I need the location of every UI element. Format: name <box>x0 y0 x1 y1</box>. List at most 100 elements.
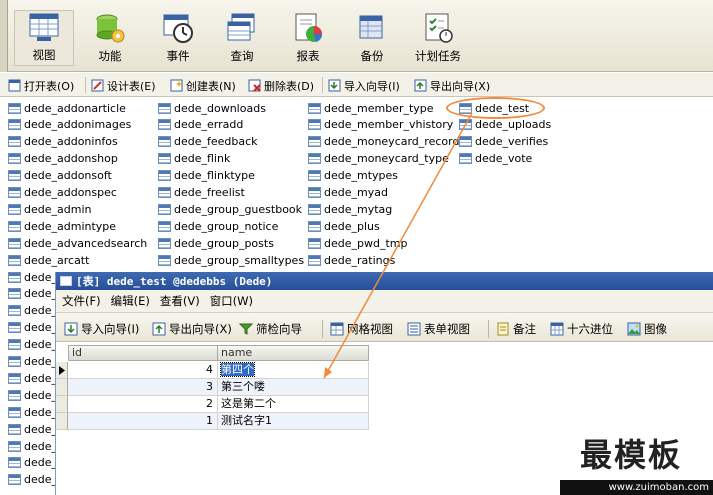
table-item[interactable]: dede_pwd_tmp <box>308 235 407 251</box>
table-item[interactable]: dede_vote <box>459 151 532 167</box>
table-item[interactable]: dede_moneycard_type <box>308 151 449 167</box>
grid-view-button[interactable]: 网格视图 <box>330 321 393 337</box>
table-item-partial[interactable]: dede_ <box>8 354 57 370</box>
cell-name[interactable]: 第四个 <box>218 362 369 379</box>
hex-button[interactable]: 十六进位 <box>550 321 613 337</box>
table-item-partial[interactable]: dede_ <box>8 404 57 420</box>
table-item-label: dede_addonsoft <box>24 169 112 183</box>
table-item-partial[interactable]: dede_ <box>8 438 57 454</box>
grid-view-label: 网格视图 <box>347 322 393 336</box>
table-icon <box>158 102 171 114</box>
table-icon <box>8 474 21 486</box>
table-item[interactable]: dede_group_guestbook <box>158 201 302 217</box>
column-header-id[interactable]: id <box>68 345 218 361</box>
table-item[interactable]: dede_mytag <box>308 201 392 217</box>
table-item[interactable]: dede_member_type <box>308 100 434 116</box>
event-button[interactable]: 事件 <box>148 12 208 68</box>
row-selector[interactable] <box>56 379 68 396</box>
selected-cell-text[interactable]: 第四个 <box>220 362 255 377</box>
table-item[interactable]: dede_freelist <box>158 185 245 201</box>
cell-name[interactable]: 这是第二个 <box>218 396 369 413</box>
table-item[interactable]: dede_group_smalltypes <box>158 252 304 268</box>
table-item[interactable]: dede_verifies <box>459 134 548 150</box>
table-item[interactable]: dede_feedback <box>158 134 258 150</box>
open-table-button[interactable]: 打开表(O) <box>8 77 74 94</box>
menu-edit[interactable]: 编辑(E) <box>111 293 150 309</box>
row-selector[interactable] <box>56 413 68 430</box>
table-item[interactable]: dede_arcatt <box>8 252 89 268</box>
import-wizard-button[interactable]: 导入向导(I) <box>328 77 400 94</box>
table-item-partial[interactable]: dede_ <box>8 320 57 336</box>
window-export-label: 导出向导(X) <box>169 322 232 336</box>
table-item[interactable]: dede_addonshop <box>8 151 118 167</box>
table-item-partial[interactable]: dede_ <box>8 472 57 488</box>
menu-view[interactable]: 查看(V) <box>160 293 200 309</box>
table-item[interactable]: dede_group_posts <box>158 235 274 251</box>
report-button[interactable]: 报表 <box>278 12 338 68</box>
memo-button[interactable]: 备注 <box>496 321 536 337</box>
table-item[interactable]: dede_uploads <box>459 117 551 133</box>
image-button[interactable]: 图像 <box>627 321 667 337</box>
table-item[interactable]: dede_addonspec <box>8 185 117 201</box>
cell-id[interactable]: 3 <box>68 379 218 396</box>
table-item-partial[interactable]: dede_ <box>8 455 57 471</box>
table-item[interactable]: dede_downloads <box>158 100 266 116</box>
table-item[interactable]: dede_plus <box>308 218 380 234</box>
table-item[interactable]: dede_flink <box>158 151 230 167</box>
table-item-label: dede_ <box>24 287 57 301</box>
table-item[interactable]: dede_erradd <box>158 117 243 133</box>
window-import-button[interactable]: 导入向导(I) <box>64 321 139 337</box>
cell-id[interactable]: 2 <box>68 396 218 413</box>
table-item[interactable]: dede_moneycard_record <box>308 134 459 150</box>
table-item-label: dede_addonarticle <box>24 101 126 115</box>
form-view-button[interactable]: 表单视图 <box>407 321 470 337</box>
table-item[interactable]: dede_admintype <box>8 218 116 234</box>
table-item[interactable]: dede_advancedsearch <box>8 235 147 251</box>
cell-id[interactable]: 4 <box>68 362 218 379</box>
table-item[interactable]: dede_flinktype <box>158 168 255 184</box>
table-item-partial[interactable]: dede_ <box>8 387 57 403</box>
schedule-button[interactable]: 计划任务 <box>408 12 468 68</box>
window-titlebar[interactable]: [表] dede_test @dedebbs (Dede) <box>56 272 713 290</box>
design-table-button[interactable]: 设计表(E) <box>91 77 156 94</box>
backup-button-label: 备份 <box>360 49 384 63</box>
export-wizard-button[interactable]: 导出向导(X) <box>414 77 490 94</box>
table-item[interactable]: dede_mtypes <box>308 168 398 184</box>
query-button[interactable]: 查询 <box>212 12 272 68</box>
filter-wizard-button[interactable]: 筛检向导 <box>238 321 302 337</box>
cell-name[interactable]: 第三个喽 <box>218 379 369 396</box>
function-button[interactable]: 功能 <box>80 12 140 68</box>
view-button[interactable]: 视图 <box>14 10 74 66</box>
table-item[interactable]: dede_admin <box>8 201 91 217</box>
table-icon <box>158 187 171 198</box>
row-selector[interactable] <box>56 362 68 379</box>
row-selector[interactable] <box>56 396 68 413</box>
toolbar-separator <box>488 320 489 338</box>
cell-name[interactable]: 测试名字1 <box>218 413 369 430</box>
column-header-name[interactable]: name <box>217 345 369 361</box>
table-item[interactable]: dede_ratings <box>308 252 395 268</box>
schedule-button-label: 计划任务 <box>415 49 461 63</box>
table-item[interactable]: dede_member_vhistory <box>308 117 453 133</box>
table-item-partial[interactable]: dede_ <box>8 337 57 353</box>
table-item-partial[interactable]: dede_ <box>8 421 57 437</box>
toolbar-separator <box>85 77 86 93</box>
window-export-button[interactable]: 导出向导(X) <box>152 321 232 337</box>
menu-file[interactable]: 文件(F) <box>62 293 101 309</box>
backup-button[interactable]: 备份 <box>342 12 402 68</box>
create-table-button[interactable]: 创建表(N) <box>170 77 236 94</box>
delete-table-button[interactable]: 删除表(D) <box>248 77 314 94</box>
table-item-partial[interactable]: dede_ <box>8 269 57 285</box>
table-item-partial[interactable]: dede_ <box>8 370 57 386</box>
table-item[interactable]: dede_addoninfos <box>8 134 118 150</box>
table-item-partial[interactable]: dede_ <box>8 303 57 319</box>
cell-id[interactable]: 1 <box>68 413 218 430</box>
table-item[interactable]: dede_myad <box>308 185 388 201</box>
table-item[interactable]: dede_addonimages <box>8 117 131 133</box>
table-item-partial[interactable]: dede_ <box>8 286 57 302</box>
table-item[interactable]: dede_group_notice <box>158 218 278 234</box>
table-icon <box>8 322 21 334</box>
table-item[interactable]: dede_addonarticle <box>8 100 126 116</box>
menu-window[interactable]: 窗口(W) <box>210 293 253 309</box>
table-item[interactable]: dede_addonsoft <box>8 168 112 184</box>
